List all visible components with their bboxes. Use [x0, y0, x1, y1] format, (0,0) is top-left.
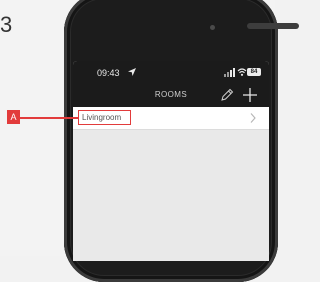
callout-tag: A [7, 110, 20, 124]
location-arrow-icon [128, 68, 136, 76]
navigation-bar: ROOMS [73, 83, 269, 107]
status-time: 09:43 [97, 68, 120, 78]
page-title: ROOMS [154, 90, 188, 99]
corner-glyph: 3 [0, 12, 13, 37]
wifi-icon [237, 68, 247, 76]
earpiece-speaker [247, 23, 299, 29]
front-camera [210, 25, 215, 30]
battery-indicator: 84 [247, 68, 261, 76]
chevron-right-icon [250, 113, 256, 123]
signal-icon [224, 68, 235, 77]
callout-highlight-box [78, 110, 131, 125]
screenshot-canvas: 3 09:43 84 ROOMS Livingroom A [0, 0, 299, 282]
phone-screen: 09:43 84 ROOMS Livingroom [73, 61, 269, 261]
status-bar: 09:43 84 [73, 61, 269, 83]
plus-icon[interactable] [241, 86, 259, 104]
pencil-icon[interactable] [219, 87, 235, 103]
callout-leader-line [20, 117, 78, 119]
